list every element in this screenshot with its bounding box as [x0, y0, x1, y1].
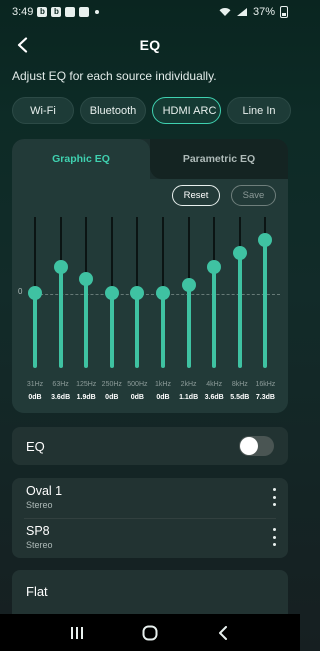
speaker-name: Oval 1 [26, 484, 63, 498]
notification-b-icon: b [37, 7, 48, 17]
status-bar: 3:49 b b 37% [0, 0, 300, 24]
preset-row-flat[interactable]: Flat [12, 570, 288, 620]
slider-handle[interactable] [28, 286, 42, 300]
slider-handle[interactable] [53, 259, 68, 274]
header: EQ [0, 28, 300, 62]
battery-icon [280, 6, 288, 18]
speaker-mode: Stereo [26, 500, 53, 510]
system-nav-bar [0, 614, 300, 651]
recents-icon [70, 626, 83, 639]
more-options-icon[interactable] [270, 488, 278, 506]
home-button[interactable] [135, 618, 165, 648]
status-left: 3:49 b b [12, 6, 100, 18]
slider-fill [263, 239, 268, 368]
source-pill-label: Line In [242, 104, 276, 117]
eq-card: Graphic EQ Parametric EQ Reset Save 0 31… [12, 139, 288, 413]
source-pill-hdmi-arc[interactable]: HDMI ARC [152, 97, 221, 124]
slider-fill [33, 293, 37, 368]
save-button[interactable]: Save [231, 185, 276, 206]
app-notification-icon [79, 7, 90, 17]
eq-toggle-switch[interactable] [239, 436, 274, 456]
slider-handle[interactable] [181, 277, 196, 292]
eq-toggle-label: EQ [26, 438, 45, 454]
eq-actions: Reset Save [172, 185, 276, 206]
back-button[interactable] [10, 33, 34, 57]
eq-band-16khz[interactable]: 16kHz 7.3dB [252, 217, 278, 413]
slider-handle[interactable] [104, 286, 119, 300]
notification-b-icon-2: b [51, 7, 62, 17]
page-title: EQ [139, 37, 161, 53]
band-frequency-label: 16kHz [255, 381, 276, 388]
more-notifications-dot-icon [95, 10, 100, 14]
back-nav-button[interactable] [208, 618, 238, 648]
signal-icon [236, 8, 247, 16]
eq-tabs: Graphic EQ Parametric EQ [12, 139, 288, 179]
source-pill-label: HDMI ARC [162, 104, 217, 117]
tab-graphic-eq[interactable]: Graphic EQ [12, 139, 150, 179]
slider-fill [58, 266, 63, 368]
speaker-row-oval-1[interactable]: Oval 1 Stereo [12, 478, 288, 518]
status-right: 37% [219, 6, 288, 18]
home-icon [142, 625, 158, 640]
wifi-icon [219, 8, 231, 16]
battery-percent: 37% [252, 6, 275, 18]
slider-handle[interactable] [130, 286, 145, 300]
slider-fill [135, 293, 140, 368]
source-pill-line-in[interactable]: Line In [227, 97, 291, 124]
source-pill-label: Bluetooth [89, 104, 137, 117]
slider-handle[interactable] [156, 286, 170, 300]
graphic-eq-panel: Reset Save 0 31Hz 0dB 63Hz 3.6dB 125Hz 1.9dB 2… [12, 179, 288, 413]
tab-label: Graphic EQ [52, 153, 110, 165]
tab-label: Parametric EQ [182, 153, 256, 165]
preset-label: Flat [26, 584, 48, 599]
slider-handle[interactable] [258, 232, 273, 247]
slider-fill [161, 293, 165, 368]
back-nav-icon [219, 625, 228, 640]
speaker-name: SP8 [26, 524, 50, 538]
slider-handle[interactable] [207, 259, 222, 274]
source-pill-bluetooth[interactable]: Bluetooth [80, 97, 146, 124]
slider-fill [84, 279, 89, 368]
recents-button[interactable] [62, 618, 92, 648]
slider-fill [212, 266, 217, 368]
status-time: 3:49 [12, 6, 34, 18]
slider-handle[interactable] [232, 245, 247, 260]
more-options-icon[interactable] [270, 528, 278, 546]
speakers-card: Oval 1 Stereo SP8 Stereo [12, 478, 288, 558]
eq-toggle-row: EQ [12, 427, 288, 465]
slider-fill [109, 293, 114, 368]
speaker-mode: Stereo [26, 540, 53, 550]
band-gain-label: 7.3dB [255, 394, 275, 401]
speaker-row-sp8[interactable]: SP8 Stereo [12, 518, 288, 558]
toggle-thumb [240, 437, 258, 455]
slider-handle[interactable] [79, 272, 94, 287]
tab-parametric-eq[interactable]: Parametric EQ [150, 139, 288, 179]
slider-fill [237, 252, 242, 368]
source-pill-label: Wi-Fi [30, 104, 56, 117]
page-subtitle: Adjust EQ for each source individually. [12, 69, 217, 83]
back-arrow-icon [17, 37, 28, 53]
source-pill-wifi[interactable]: Wi-Fi [12, 97, 74, 124]
slider-fill [186, 284, 191, 368]
reset-button[interactable]: Reset [172, 185, 220, 206]
mail-icon [65, 7, 76, 17]
source-selector: Wi-Fi Bluetooth HDMI ARC Line In [12, 97, 291, 124]
